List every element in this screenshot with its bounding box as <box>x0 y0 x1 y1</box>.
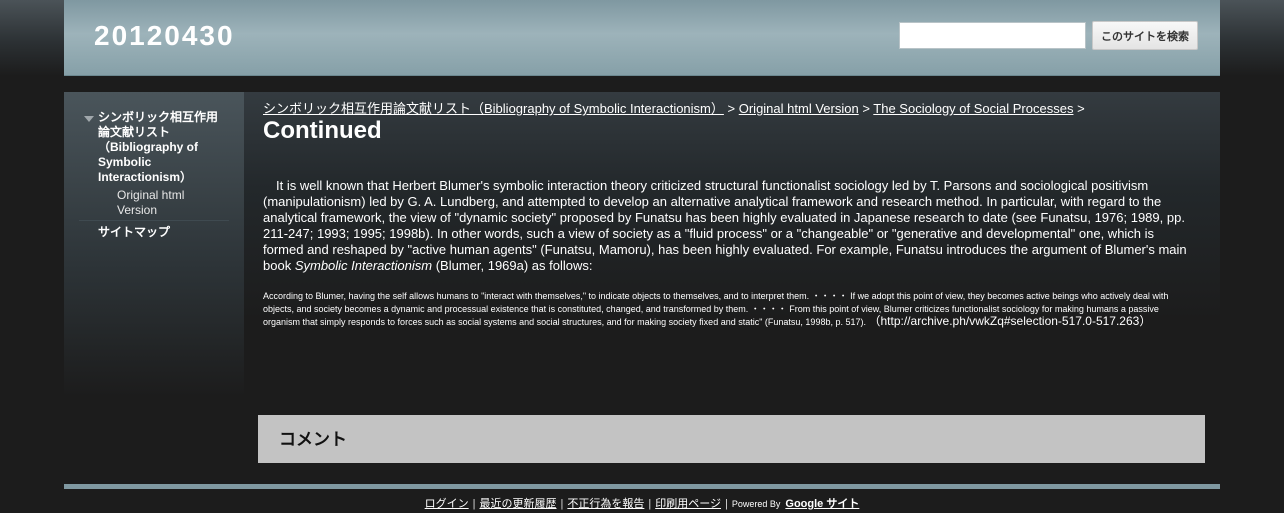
sidebar-divider <box>79 220 229 221</box>
expand-triangle-icon[interactable] <box>84 116 94 122</box>
footer-link-recent-changes[interactable]: 最近の更新履歴 <box>480 498 557 510</box>
sidebar-item-sitemap[interactable]: サイトマップ <box>98 223 170 240</box>
main-content: シンボリック相互作用論文献リスト（Bibliography of Symboli… <box>244 92 1220 474</box>
breadcrumb-separator: > <box>727 101 736 116</box>
sidebar: シンボリック相互作用論文献リスト（Bibliography of Symboli… <box>64 92 244 474</box>
comments-section: コメント <box>258 415 1205 463</box>
quote-source: （http://archive.ph/vwkZq#selection-517.0… <box>868 314 1152 328</box>
site-header: 20120430 このサイトを検索 <box>64 0 1220 76</box>
search-button[interactable]: このサイトを検索 <box>1092 21 1198 50</box>
footer-separator: | <box>560 498 564 510</box>
breadcrumb-link-social-processes[interactable]: The Sociology of Social Processes <box>873 101 1073 116</box>
footer-separator: | <box>648 498 652 510</box>
footer-link-report-abuse[interactable]: 不正行為を報告 <box>567 498 644 510</box>
footer-separator: | <box>725 498 728 510</box>
footer-link-print-page[interactable]: 印刷用ページ <box>655 498 721 510</box>
sidebar-item-bibliography[interactable]: シンボリック相互作用論文献リスト（Bibliography of Symboli… <box>98 110 226 185</box>
breadcrumb: シンボリック相互作用論文献リスト（Bibliography of Symboli… <box>263 98 1203 117</box>
comments-title: コメント <box>279 430 347 449</box>
footer-link-login[interactable]: ログイン <box>425 498 469 510</box>
page-title: Continued <box>263 117 382 144</box>
sidebar-item-original-html[interactable]: Original html Version <box>117 188 227 218</box>
footer: ログイン | 最近の更新履歴 | 不正行為を報告 | 印刷用ページ | Powered By Go… <box>0 495 1284 511</box>
footer-link-google-sites[interactable]: Google サイト <box>785 498 859 510</box>
breadcrumb-separator: > <box>862 101 870 116</box>
footer-separator: | <box>472 498 476 510</box>
breadcrumb-separator: > <box>1077 101 1085 116</box>
search-input[interactable] <box>899 22 1086 49</box>
footer-divider <box>64 484 1220 489</box>
body-paragraph: It is well known that Herbert Blumer's s… <box>263 178 1198 274</box>
powered-by-text: Powered By <box>731 499 781 509</box>
breadcrumb-link-original-html[interactable]: Original html Version <box>739 101 859 116</box>
book-title: Symbolic Interactionism <box>294 258 433 273</box>
paragraph-text-end: (Blumer, 1969a) as follows: <box>432 258 593 273</box>
block-quote: According to Blumer, having the self all… <box>263 290 1198 329</box>
site-title[interactable]: 20120430 <box>94 20 235 52</box>
breadcrumb-link-bibliography[interactable]: シンボリック相互作用論文献リスト（Bibliography of Symboli… <box>263 101 724 116</box>
